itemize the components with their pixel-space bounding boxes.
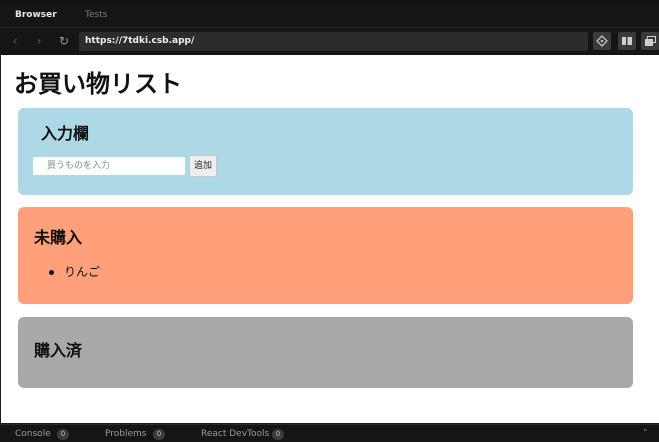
arrow-right-icon[interactable]: › bbox=[32, 34, 46, 48]
item-input[interactable] bbox=[33, 157, 185, 175]
preview-tab-bar: Browser Tests bbox=[0, 4, 659, 28]
devtools-bar: Console 0 Problems 0 React DevTools 0 ˄ bbox=[0, 424, 659, 442]
devtools-tab-problems[interactable]: Problems bbox=[105, 425, 146, 442]
url-bar[interactable]: https://7tdki.csb.app/ bbox=[79, 32, 588, 51]
preview-viewport: お買い物リスト 入力欄 追加 未購入 りんご 購入済 bbox=[1, 55, 659, 423]
bought-section: 購入済 bbox=[18, 317, 633, 388]
chevron-up-icon[interactable]: ˄ bbox=[643, 425, 648, 442]
browser-toolbar: ‹ › ↻ https://7tdki.csb.app/ bbox=[0, 28, 659, 55]
problems-count-badge: 0 bbox=[153, 429, 165, 440]
list-item: りんご bbox=[46, 263, 100, 281]
tab-browser[interactable]: Browser bbox=[15, 4, 57, 28]
unbought-list: りんご bbox=[46, 263, 100, 281]
codesandbox-icon[interactable] bbox=[593, 32, 611, 50]
arrow-left-icon[interactable]: ‹ bbox=[8, 34, 22, 48]
add-button[interactable]: 追加 bbox=[189, 155, 217, 177]
devtools-tab-react-devtools[interactable]: React DevTools bbox=[201, 425, 269, 442]
input-section: 入力欄 追加 bbox=[18, 108, 633, 195]
reload-icon[interactable]: ↻ bbox=[57, 34, 71, 48]
open-window-icon[interactable] bbox=[641, 32, 659, 50]
unbought-section: 未購入 りんご bbox=[18, 207, 633, 304]
bought-section-title: 購入済 bbox=[34, 341, 83, 360]
split-view-icon[interactable] bbox=[618, 32, 636, 50]
react-devtools-count-badge: 0 bbox=[272, 429, 284, 440]
unbought-section-title: 未購入 bbox=[34, 228, 83, 247]
console-count-badge: 0 bbox=[57, 429, 69, 440]
page-title: お買い物リスト bbox=[14, 70, 182, 98]
tab-tests[interactable]: Tests bbox=[85, 4, 107, 28]
input-section-title: 入力欄 bbox=[41, 124, 90, 143]
devtools-tab-console[interactable]: Console bbox=[15, 425, 51, 442]
